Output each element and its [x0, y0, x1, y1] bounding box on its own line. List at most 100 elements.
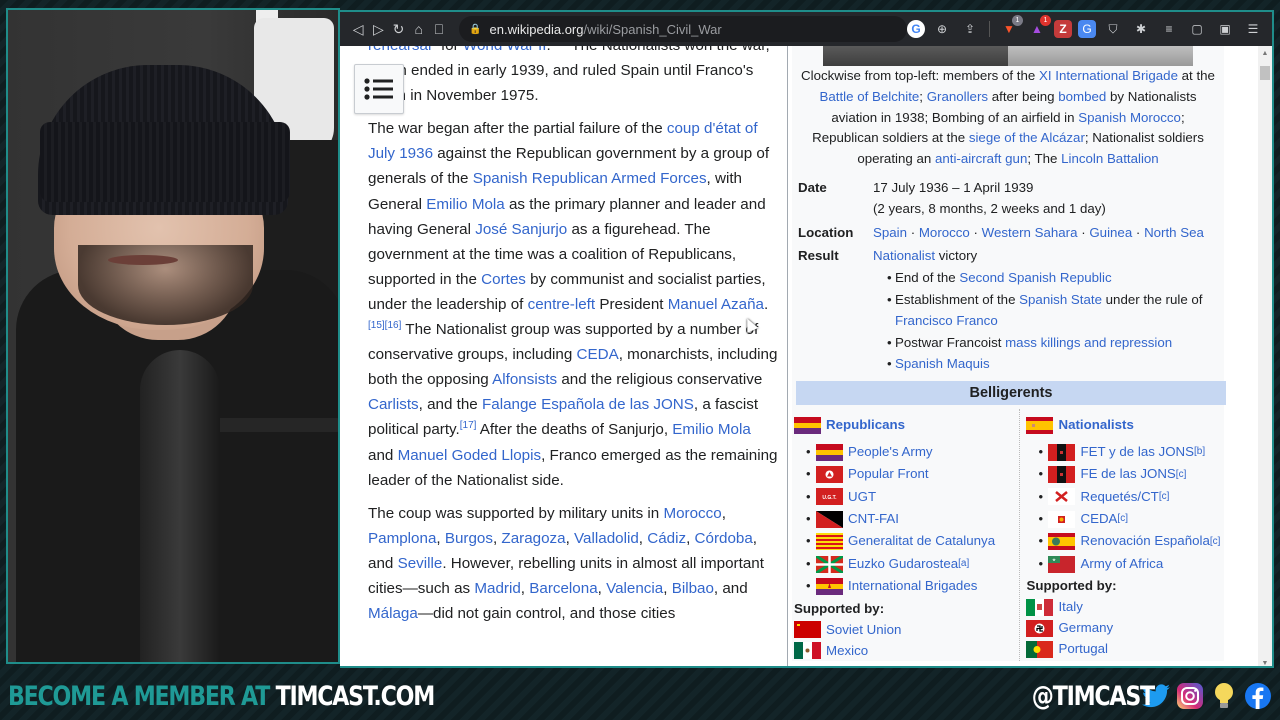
link-spanish-republican-armed-forces[interactable]: Spanish Republican Armed Forces	[473, 170, 707, 187]
citation-ref[interactable]: [14]	[551, 46, 568, 47]
republicans-link[interactable]: Republicans	[826, 415, 905, 436]
link-jose-sanjurjo[interactable]: José Sanjurjo	[475, 221, 567, 238]
link-manuel-goded-llopis[interactable]: Manuel Goded Llopis	[398, 447, 542, 464]
belligerent-link-cnt-fai[interactable]: CNT-FAI	[848, 509, 899, 530]
belligerent-link-fet-y-de-las-jons[interactable]: FET y de las JONS	[1080, 442, 1194, 463]
link-spanish-morocco[interactable]: Spanish Morocco	[1078, 110, 1181, 125]
belligerent-link-people-s-army[interactable]: People's Army	[848, 442, 933, 463]
link-malaga[interactable]: Málaga	[368, 605, 418, 622]
link-falange-espanola-de-las-jons[interactable]: Falange Española de las JONS	[482, 396, 694, 413]
google-icon[interactable]: G	[907, 20, 925, 38]
nationalists-column: Nationalists • FET y de las JONS [b] • FE de …	[1019, 409, 1224, 662]
shield-outline-icon[interactable]: ⛉	[1102, 18, 1124, 40]
back-icon: ◁	[352, 20, 364, 37]
puzzle-icon[interactable]: ✱	[1130, 18, 1152, 40]
belligerent-link-requetes-ct[interactable]: Requetés/CT	[1080, 487, 1158, 508]
link-cadiz[interactable]: Cádiz	[647, 530, 686, 547]
link-ceda[interactable]: CEDA	[577, 346, 619, 363]
link-bilbao[interactable]: Bilbao	[672, 580, 714, 597]
link-madrid[interactable]: Madrid	[474, 580, 520, 597]
link-alfonsists[interactable]: Alfonsists	[492, 371, 557, 388]
sidebar-icon[interactable]: ▢	[1186, 18, 1208, 40]
scroll-down-arrow-icon[interactable]: ▼	[1258, 656, 1272, 667]
belligerent-link-ugt[interactable]: UGT	[848, 487, 876, 508]
supporter-link-portugal[interactable]: Portugal	[1058, 639, 1108, 660]
back-button[interactable]: ◁	[348, 16, 368, 42]
table-of-contents-button[interactable]	[354, 64, 404, 114]
nationalists-link[interactable]: Nationalists	[1058, 415, 1133, 436]
translate-icon[interactable]: G	[1078, 20, 1096, 38]
zoom-icon[interactable]: ⊕	[931, 18, 953, 40]
location-link-western-sahara[interactable]: Western Sahara	[982, 225, 1078, 240]
brave-shield-icon[interactable]: ▼ 1	[998, 15, 1023, 40]
supporter-link-germany[interactable]: Germany	[1058, 618, 1113, 639]
basque-flag-icon	[816, 555, 843, 573]
link-valladolid[interactable]: Valladolid	[574, 530, 639, 547]
page-scrollbar[interactable]: ▲ ▼	[1258, 46, 1272, 667]
link-carlists[interactable]: Carlists	[368, 396, 419, 413]
link-bombed[interactable]: bombed	[1058, 89, 1106, 104]
link-spanish-state[interactable]: Spanish State	[1019, 292, 1102, 307]
link-siege-of-the-alcazar[interactable]: siege of the Alcázar	[969, 130, 1085, 145]
belligerent-link-international-brigades[interactable]: International Brigades	[848, 576, 977, 597]
link-morocco[interactable]: Morocco	[663, 505, 721, 522]
link-spanish-maquis[interactable]: Spanish Maquis	[895, 356, 990, 371]
belligerent-link-generalitat-de-catalunya[interactable]: Generalitat de Catalunya	[848, 531, 995, 552]
link-zaragoza[interactable]: Zaragoza	[501, 530, 565, 547]
link-manuel-azana[interactable]: Manuel Azaña	[668, 296, 764, 313]
link-rehearsal[interactable]: rehearsal	[368, 46, 431, 54]
link-lincoln-battalion[interactable]: Lincoln Battalion	[1061, 151, 1159, 166]
result-link[interactable]: Nationalist	[873, 248, 935, 263]
text-run: ,	[686, 529, 695, 547]
location-link-morocco[interactable]: Morocco	[919, 225, 970, 240]
link-centre-left[interactable]: centre-left	[528, 296, 596, 313]
supporter-link-mexico[interactable]: Mexico	[826, 641, 868, 662]
link-valencia[interactable]: Valencia	[606, 580, 663, 597]
link-pamplona[interactable]: Pamplona	[368, 530, 436, 547]
belligerent-link-euzko-gudarostea[interactable]: Euzko Gudarostea	[848, 554, 958, 575]
belligerent-link-fe-de-las-jons[interactable]: FE de las JONS	[1080, 464, 1175, 485]
link-granollers[interactable]: Granollers	[927, 89, 988, 104]
location-link-spain[interactable]: Spain	[873, 225, 907, 240]
link-anti-aircraft-gun[interactable]: anti-aircraft gun	[935, 151, 1027, 166]
supporter-link-soviet-union[interactable]: Soviet Union	[826, 620, 901, 641]
link-second-spanish-republic[interactable]: Second Spanish Republic	[959, 270, 1111, 285]
scrollbar-thumb[interactable]	[1260, 66, 1270, 80]
link-cordoba[interactable]: Córdoba	[695, 530, 753, 547]
scroll-up-arrow-icon[interactable]: ▲	[1258, 46, 1272, 60]
belligerent-link-ceda[interactable]: CEDA	[1080, 509, 1117, 530]
share-icon[interactable]: ⇪	[959, 18, 981, 40]
link-world-war-ii[interactable]: World War II	[463, 46, 547, 54]
citation-ref[interactable]: [17]	[460, 420, 477, 431]
belligerent-link-renovacion-espanola[interactable]: Renovación Española	[1080, 531, 1209, 552]
home-button[interactable]: ⌂	[409, 16, 429, 42]
bookmark-button[interactable]: ⎕	[429, 16, 449, 42]
wallet-icon[interactable]: ▣	[1214, 18, 1236, 40]
extension-z-icon[interactable]: Z	[1054, 20, 1072, 38]
link-barcelona[interactable]: Barcelona	[529, 580, 597, 597]
supporter-link-italy[interactable]: Italy	[1058, 597, 1082, 618]
link-emilio-mola[interactable]: Emilio Mola	[672, 421, 751, 438]
belligerent-link-army-of-africa[interactable]: Army of Africa	[1080, 554, 1163, 575]
belligerent-link-popular-front[interactable]: Popular Front	[848, 464, 929, 485]
nationalists-supporters: Italy Germany Portugal	[1026, 597, 1224, 660]
article-paragraph: rehearsal" for World War II.[14] The Nat…	[368, 46, 778, 108]
article-paragraph: The war began after the partial failure …	[368, 116, 778, 492]
link-mass-killings-and-repression[interactable]: mass killings and repression	[1005, 335, 1172, 350]
link-seville[interactable]: Seville	[398, 555, 443, 572]
menu-icon[interactable]: ☰	[1242, 18, 1264, 40]
link-battle-of-belchite[interactable]: Battle of Belchite	[820, 89, 920, 104]
citation-ref[interactable]: [15][16]	[368, 320, 401, 331]
location-link-guinea[interactable]: Guinea	[1089, 225, 1132, 240]
address-bar[interactable]: 🔒 en.wikipedia.org/wiki/Spanish_Civil_Wa…	[459, 16, 907, 42]
location-link-north-sea[interactable]: North Sea	[1144, 225, 1204, 240]
link-burgos[interactable]: Burgos	[445, 530, 493, 547]
link-cortes[interactable]: Cortes	[481, 271, 526, 288]
media-icon[interactable]: ≡	[1158, 18, 1180, 40]
link-francisco-franco[interactable]: Francisco Franco	[895, 313, 998, 328]
forward-button[interactable]: ▷	[368, 16, 388, 42]
reload-button[interactable]: ↻	[388, 16, 408, 42]
brave-rewards-icon[interactable]: ▲ 1	[1026, 15, 1051, 40]
link-xi-international-brigade[interactable]: XI International Brigade	[1039, 68, 1178, 83]
link-emilio-mola[interactable]: Emilio Mola	[426, 196, 505, 213]
